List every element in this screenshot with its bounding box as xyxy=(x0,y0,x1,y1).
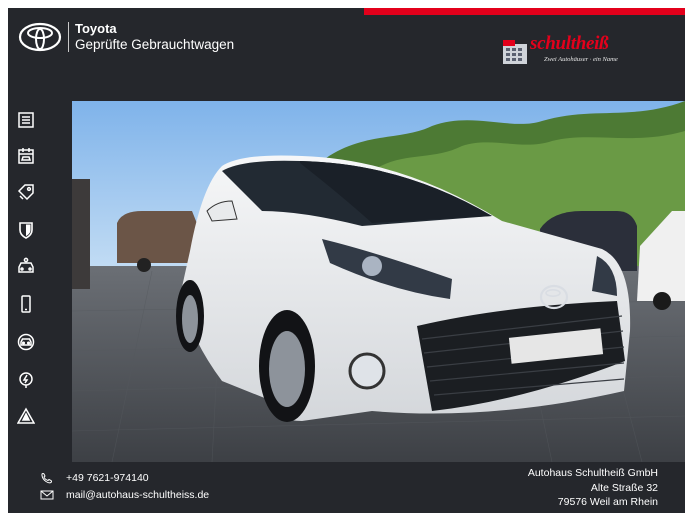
sidebar-item-list[interactable] xyxy=(16,110,36,130)
street-address: Alte Straße 32 xyxy=(590,481,658,494)
mail-icon xyxy=(40,490,54,499)
dealer-logo[interactable]: schultheiß Zwei Autohäuser · ein Name xyxy=(500,30,660,68)
company-name: Autohaus Schultheiß GmbH xyxy=(527,467,658,479)
vehicle-photo-image xyxy=(72,101,685,462)
brand-header[interactable]: Toyota Geprüfte Gebrauchtwagen xyxy=(18,21,234,53)
ev-charge-icon xyxy=(19,372,33,388)
dealer-name: schultheiß xyxy=(530,33,609,54)
email-row[interactable]: mail@autohaus-schultheiss.de xyxy=(40,486,209,503)
dealer-tagline: Zwei Autohäuser · ein Name xyxy=(544,56,618,63)
building-icon xyxy=(503,40,527,64)
phone-number[interactable]: +49 7621-974140 xyxy=(66,472,149,484)
sidebar-item-price[interactable] xyxy=(16,182,36,202)
city-address: 79576 Weil am Rhein xyxy=(557,496,658,508)
car-calendar-icon xyxy=(18,148,34,164)
shield-icon xyxy=(19,222,33,239)
phone-row[interactable]: +49 7621-974140 xyxy=(40,469,209,486)
sidebar-item-calendar[interactable] xyxy=(16,146,36,166)
vehicle-photo[interactable] xyxy=(72,101,685,462)
sidebar-item-service[interactable] xyxy=(16,332,36,352)
sidebar-item-mobile[interactable] xyxy=(16,294,36,314)
phone-icon xyxy=(41,472,52,483)
sidebar-item-electric[interactable] xyxy=(16,370,36,390)
sidebar-item-warning[interactable] xyxy=(16,406,36,426)
contact-info: +49 7621-974140 mail@autohaus-schultheis… xyxy=(40,469,209,503)
car-key-icon xyxy=(18,257,34,273)
smartphone-icon xyxy=(21,295,31,313)
accent-bar xyxy=(364,8,685,15)
list-icon xyxy=(18,112,34,128)
car-service-icon xyxy=(17,333,35,351)
sidebar-item-testdrive[interactable] xyxy=(16,256,36,276)
email-address[interactable]: mail@autohaus-schultheiss.de xyxy=(66,489,209,501)
brand-divider xyxy=(68,22,69,52)
sidebar-item-warranty[interactable] xyxy=(16,220,36,240)
address-block: Autohaus Schultheiß GmbH Alte Straße 32 … xyxy=(528,466,658,510)
brand-name: Toyota xyxy=(75,21,117,36)
brand-subtitle: Geprüfte Gebrauchtwagen xyxy=(75,37,235,52)
tag-icon xyxy=(17,184,34,201)
toyota-logo-icon xyxy=(18,22,62,52)
warning-icon xyxy=(17,407,35,424)
